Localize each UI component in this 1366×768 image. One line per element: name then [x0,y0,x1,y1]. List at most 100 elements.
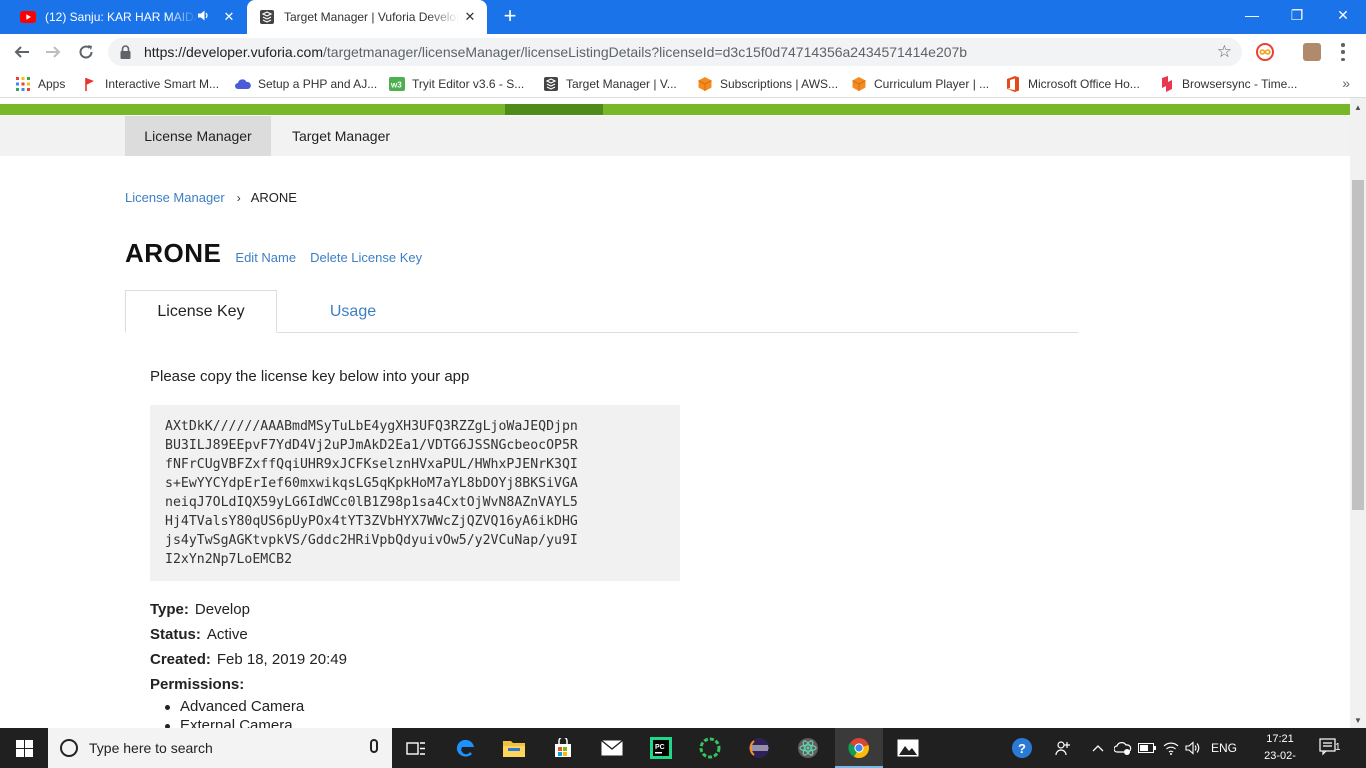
file-explorer-icon[interactable] [490,728,538,768]
nav-target-manager[interactable]: Target Manager [271,116,411,156]
audio-playing-icon[interactable] [198,10,214,24]
cloud-icon [235,76,251,92]
browser-tab-youtube[interactable]: (12) Sanju: KAR HAR MAIDAAN FATEH ✕ [8,0,246,34]
scroll-thumb[interactable] [1352,180,1364,510]
taskbar-search-box[interactable]: Type here to search [48,728,392,768]
clock-time: 17:21 [1266,733,1294,745]
lock-icon[interactable] [120,45,134,59]
profile-avatar[interactable] [1303,43,1321,61]
url-host: https://developer.vuforia.com [144,44,323,60]
battery-icon[interactable] [1136,728,1158,768]
store-icon[interactable] [539,728,587,768]
permissions-heading: Permissions: [150,676,250,693]
pycharm-icon[interactable]: PC [637,728,685,768]
list-item: External Camera [165,717,304,728]
photos-icon[interactable] [884,728,932,768]
breadcrumb: License Manager › ARONE [125,190,297,205]
bookmark-target-manager[interactable]: Target Manager | V... [543,75,677,93]
bookmark-label: Tryit Editor v3.6 - S... [412,77,525,91]
back-arrow-icon[interactable] [10,40,34,64]
volume-icon[interactable] [1182,728,1204,768]
tab-license-key[interactable]: License Key [125,290,277,333]
bookmark-star-icon[interactable]: ☆ [1217,42,1232,62]
bookmark-label: Apps [38,77,66,91]
search-placeholder: Type here to search [89,740,213,756]
bookmark-interactive-smart[interactable]: Interactive Smart M... [82,75,219,93]
address-bar[interactable]: https://developer.vuforia.com/targetmana… [108,38,1242,66]
circle-app-icon[interactable] [686,728,734,768]
cortana-icon [60,739,78,757]
bookmark-curriculum-player[interactable]: Curriculum Player | ... [851,75,989,93]
task-view-icon[interactable] [392,728,440,768]
microphone-icon[interactable] [370,739,378,753]
tab-usage[interactable]: Usage [277,290,429,333]
windows-taskbar: Type here to search PC ? ENG 17:21 23-02… [0,728,1366,768]
flag-icon [82,76,98,92]
created-value: Feb 18, 2019 20:49 [216,651,347,668]
bookmark-label: Subscriptions | AWS... [720,77,839,91]
mail-icon[interactable] [588,728,636,768]
system-clock[interactable]: 17:21 23-02-2019 [1252,731,1308,768]
status-label: Status: [150,626,201,643]
chrome-icon[interactable] [835,728,883,768]
breadcrumb-license-manager[interactable]: License Manager [125,190,225,205]
bookmark-label: Interactive Smart M... [105,77,220,91]
bookmarks-overflow-button[interactable]: » [1342,75,1350,91]
license-key-instructions: Please copy the license key below into y… [150,368,470,385]
vuforia-icon [259,9,275,25]
notification-center-icon[interactable]: 1 [1318,736,1348,760]
bookmark-apps[interactable]: Apps [15,75,65,93]
help-icon[interactable]: ? [1006,728,1038,768]
close-window-button[interactable]: ✕ [1320,0,1366,30]
forward-arrow-icon[interactable] [41,40,65,64]
chrome-menu-icon[interactable] [1338,43,1348,61]
edge-icon[interactable] [441,728,489,768]
type-value: Develop [194,601,250,618]
reload-icon[interactable] [74,40,98,64]
bookmarks-bar: Apps Interactive Smart M... Setup a PHP … [0,70,1366,98]
url-path: /targetmanager/licenseManager/licenseLis… [323,44,968,60]
bookmark-label: Target Manager | V... [566,77,677,91]
input-language[interactable]: ENG [1206,728,1242,768]
license-key-box[interactable]: AXtDkK//////AAABmdMSyTuLbE4ygXH3UFQ3RZZg… [150,405,680,581]
onedrive-cloud-icon[interactable] [1112,728,1134,768]
bookmark-microsoft-office[interactable]: Microsoft Office Ho... [1005,75,1140,93]
bookmark-subscriptions-aws[interactable]: Subscriptions | AWS... [697,75,838,93]
scroll-up-arrow-icon[interactable]: ▲ [1354,103,1362,112]
youtube-icon [20,9,36,25]
page-scrollbar[interactable]: ▲ ▼ [1350,98,1366,728]
created-row: Created: Feb 18, 2019 20:49 [150,651,347,668]
edit-name-link[interactable]: Edit Name [235,250,296,265]
browser-tab-vuforia[interactable]: Target Manager | Vuforia Developer Porta… [247,0,487,34]
vuforia-header-strip [0,98,1350,116]
nav-license-manager[interactable]: License Manager [125,116,271,156]
office-icon [1005,76,1021,92]
maximize-button[interactable]: ❐ [1274,0,1320,30]
bookmark-browsersync[interactable]: Browsersync - Time... [1159,75,1297,93]
bookmark-label: Browsersync - Time... [1182,77,1298,91]
people-icon[interactable] [1050,728,1076,768]
show-hidden-icons-icon[interactable] [1088,728,1108,768]
extension-icon[interactable] [1256,43,1274,61]
scroll-down-arrow-icon[interactable]: ▼ [1354,716,1362,725]
wifi-icon[interactable] [1160,728,1182,768]
status-value: Active [206,626,248,643]
bookmark-setup-php[interactable]: Setup a PHP and AJ... [235,75,377,93]
svg-text:w3: w3 [390,81,402,90]
bookmark-tryit-editor[interactable]: w3 Tryit Editor v3.6 - S... [389,75,524,93]
eclipse-icon[interactable] [735,728,783,768]
close-tab-icon[interactable]: ✕ [459,6,481,28]
w3-icon: w3 [389,76,405,92]
minimize-button[interactable]: — [1229,0,1275,30]
atom-icon[interactable] [784,728,832,768]
chevron-right-icon: › [236,190,241,205]
bookmark-label: Microsoft Office Ho... [1028,77,1140,91]
url-text: https://developer.vuforia.com/targetmana… [144,44,967,60]
tab-title: Target Manager | Vuforia Developer Porta… [284,10,459,24]
delete-license-key-link[interactable]: Delete License Key [310,250,422,265]
aws-icon [697,76,713,92]
new-tab-button[interactable]: + [498,5,522,29]
windows-start-icon[interactable] [0,728,48,768]
license-key-text[interactable]: AXtDkK//////AAABmdMSyTuLbE4ygXH3UFQ3RZZg… [165,417,665,569]
close-tab-icon[interactable]: ✕ [218,6,240,28]
